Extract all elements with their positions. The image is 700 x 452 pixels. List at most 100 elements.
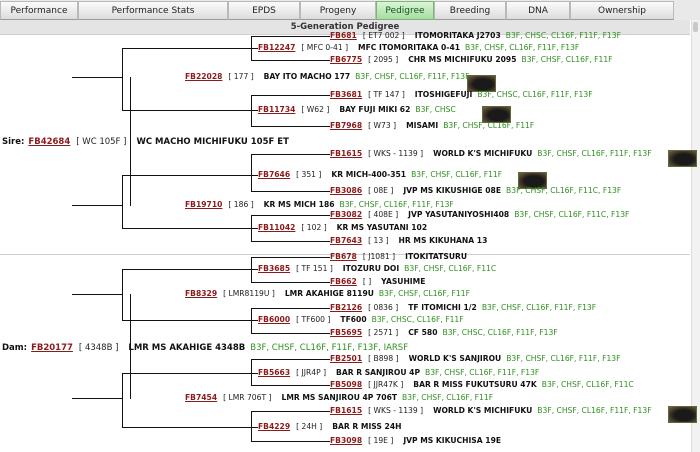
animal-id-link[interactable]: FB1615 [330,406,362,415]
animal-id-link[interactable]: FB3086 [330,186,362,195]
animal-name: WORLD K'S MICHIFUKU [433,406,533,415]
animal-id-link[interactable]: FB11042 [258,223,295,232]
animal-id-link[interactable]: FB5663 [258,368,290,377]
animal-id-link[interactable]: FB5098 [330,380,362,389]
vertical-scrollbar[interactable] [691,20,700,452]
genetic-test-tags: B3F, CHSC, CL16F, F11F, F13F [477,90,593,99]
animal-name: LMR AKAHIGE 8119U [284,289,374,298]
pedigree-connector [130,77,131,206]
animal-code: [ LMR 706T ] [223,393,272,402]
pedigree-node-gen2: FB7454 [ LMR 706T ] LMR MS SANJIROU 4P 706… [185,392,493,403]
animal-id-link[interactable]: FB3082 [330,210,362,219]
genetic-test-tags: B3F, CHSF, CL16F, F11F [443,121,535,130]
animal-id-link[interactable]: FB2501 [330,354,362,363]
animal-code: [ WKS - 1139 ] [368,149,424,158]
tab-ownership[interactable]: Ownership [570,1,674,20]
animal-id-link[interactable]: FB3685 [258,264,290,273]
pedigree-connector [251,441,330,442]
animal-code: [ J1081 ] [362,252,396,261]
animal-name: MFC ITOMORITAKA 0-41 [358,43,461,52]
animal-photo-thumbnail[interactable] [668,406,697,423]
animal-code: [ 102 ] [301,223,327,232]
animal-code: [ TF 147 ] [368,90,405,99]
animal-id-link[interactable]: FB4229 [258,422,290,431]
pedigree-node-gen2: FB22028 [ 177 ] BAY ITO MACHO 177 B3F, CHSF… [185,71,469,82]
animal-photo-thumbnail[interactable] [668,150,697,167]
animal-id-link[interactable]: FB6000 [258,315,290,324]
pedigree-node-gen4: FB3086 [ 08E ] JVP MS KIKUSHIGE 08E B3F, CH… [330,185,621,196]
animal-id-link[interactable]: FB5695 [330,328,362,337]
animal-id-link[interactable]: FB678 [330,252,357,261]
animal-id-link[interactable]: FB7643 [330,236,362,245]
tab-performance-stats[interactable]: Performance Stats [78,1,228,20]
pedigree-connector [251,126,330,127]
animal-code: [ 177 ] [228,72,254,81]
pedigree-connector [251,257,330,258]
animal-id-link[interactable]: FB1615 [330,149,362,158]
scrollbar-thumb[interactable] [693,22,698,32]
pedigree-connector [251,385,330,386]
pedigree-node-gen4: FB7643 [ 13 ] HR MS KIKUHANA 13 [330,235,487,246]
animal-id-link[interactable]: FB11734 [258,105,295,114]
animal-id-link[interactable]: FB22028 [185,72,222,81]
animal-name: CF 580 [408,328,438,337]
animal-code: [ W73 ] [368,121,397,130]
animal-name: MISAMI [406,121,439,130]
tab-dna[interactable]: DNA [506,1,570,20]
animal-id-link[interactable]: FB662 [330,277,357,286]
animal-name: BAY FUJI MIKI 62 [339,105,411,114]
animal-id-link[interactable]: FB681 [330,31,357,40]
animal-name: BAR R MISS 24H [332,422,402,431]
animal-code: [ WC 105F ] [76,137,127,147]
animal-name: KR MS MICH 186 [263,200,335,209]
animal-id-link[interactable]: FB12247 [258,43,295,52]
animal-id-link[interactable]: FB8329 [185,289,217,298]
animal-code: [ 2095 ] [368,55,399,64]
animal-code: [ ] [362,277,372,286]
pedigree-connector [251,241,330,242]
pedigree-connector [251,359,330,360]
animal-id-link[interactable]: FB3681 [330,90,362,99]
genetic-test-tags: B3F, CHSC, CL16F, F11F, F13F [505,31,621,40]
tab-performance[interactable]: Performance [0,1,78,20]
tab-progeny[interactable]: Progeny [300,1,376,20]
pedigree-node-gen3: FB3685 [ TF 151 ] ITOZURU DOI B3F, CHSF, CL… [258,263,496,274]
animal-name: JVP MS KIKUCHISA 19E [403,436,502,445]
pedigree-node-gen4: FB3681 [ TF 147 ] ITOSHIGEFUJI B3F, CHSC, C… [330,89,593,100]
animal-id-link[interactable]: FB2126 [330,303,362,312]
sire-row: Sire: FB42684 [ WC 105F ] WC MACHO MICHIFUK… [2,137,289,148]
animal-code: [ 408E ] [368,210,399,219]
pedigree-node-gen3: FB11042 [ 102 ] KR MS YASUTANI 102 [258,222,427,233]
pedigree-connector [122,269,258,270]
pedigree-connector [251,411,330,412]
animal-id-link[interactable]: FB19710 [185,200,222,209]
animal-id-link[interactable]: FB20177 [31,343,73,353]
pedigree-connector [122,110,258,111]
genetic-test-tags: B3F, CHSF, CL16F, F11F, F13F [537,149,652,158]
animal-id-link[interactable]: FB6775 [330,55,362,64]
animal-id-link[interactable]: FB7646 [258,170,290,179]
animal-name: YASUHIME [381,277,426,286]
tab-epds[interactable]: EPDS [228,1,300,20]
animal-name: LMR MS SANJIROU 4P 706T [281,393,398,402]
pedigree-node-gen3: FB12247 [ MFC 0-41 ] MFC ITOMORITAKA 0-41 B… [258,42,579,53]
animal-code: [ 2571 ] [368,328,399,337]
animal-name: ITOMORITAKA J2703 [414,31,501,40]
animal-code: [ 0836 ] [368,303,399,312]
genetic-test-tags: B3F, CHSF, CL16F, F11F, F13F [355,72,470,81]
tab-breeding[interactable]: Breeding [434,1,506,20]
animal-name: ITOSHIGEFUJI [414,90,473,99]
animal-id-link[interactable]: FB7968 [330,121,362,130]
genetic-test-tags: B3F, CHSF, CL16F, F11F [402,393,494,402]
animal-id-link[interactable]: FB42684 [28,137,70,147]
animal-id-link[interactable]: FB3098 [330,436,362,445]
tab-bar: Performance Performance Stats EPDS Progeny P… [0,0,700,20]
pedigree-node-gen4: FB662 [ ] YASUHIME [330,276,425,287]
animal-code: [ WKS - 1139 ] [368,406,424,415]
pedigree-connector [122,175,258,176]
pedigree-connector [251,95,330,96]
tab-pedigree[interactable]: Pedigree [376,1,434,20]
animal-id-link[interactable]: FB7454 [185,393,217,402]
pedigree-connector [251,95,252,127]
animal-code: [ LMR8119U ] [223,289,275,298]
